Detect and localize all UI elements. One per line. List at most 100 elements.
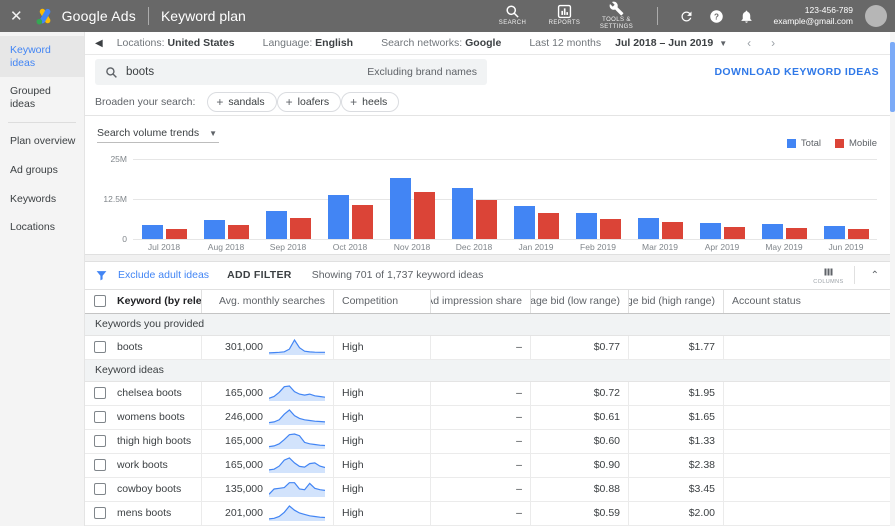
sidebar-item-keyword-ideas[interactable]: Keyword ideas <box>0 36 84 78</box>
tools-settings-button[interactable]: TOOLS & SETTINGS <box>593 0 641 34</box>
refresh-button[interactable] <box>674 3 700 29</box>
bar-mobile[interactable] <box>661 221 683 240</box>
reports-nav-button[interactable]: REPORTS <box>541 2 589 30</box>
table-row[interactable]: chelsea boots 165,000 High – $0.72 $1.95 <box>85 381 895 406</box>
searches-cell: 246,000 <box>201 405 333 429</box>
chart-y-tick: 25M <box>110 154 127 165</box>
row-checkbox[interactable] <box>94 411 106 424</box>
prev-period-button[interactable]: ‹ <box>747 36 751 50</box>
row-checkbox[interactable] <box>94 387 106 400</box>
next-period-button[interactable]: › <box>771 36 775 50</box>
column-header-keyword[interactable]: Keyword (by relevance)↓ <box>115 290 201 313</box>
searches-cell: 165,000 <box>201 381 333 405</box>
download-keyword-ideas-link[interactable]: DOWNLOAD KEYWORD IDEAS <box>714 66 879 78</box>
divider <box>853 266 855 285</box>
sidebar-item-ad-groups[interactable]: Ad groups <box>0 156 84 185</box>
chart-metric-selector[interactable]: Search volume trends ▼ <box>97 127 220 144</box>
broaden-chip-loafers[interactable]: + loafers <box>276 92 342 113</box>
bar-mobile[interactable] <box>413 191 435 240</box>
column-header-searches[interactable]: Avg. monthly searches <box>201 289 333 313</box>
exclude-adult-ideas-filter[interactable]: Exclude adult ideas <box>118 269 209 281</box>
bar-mobile[interactable] <box>537 213 559 240</box>
bar-total[interactable] <box>513 205 535 240</box>
sidebar-item-keywords[interactable]: Keywords <box>0 185 84 214</box>
select-all-checkbox[interactable] <box>94 295 106 308</box>
bar-mobile[interactable] <box>599 218 621 240</box>
row-checkbox[interactable] <box>94 341 106 354</box>
table-row[interactable]: thigh high boots 165,000 High – $0.60 $1.33 <box>85 429 895 454</box>
language-setting[interactable]: Language: English <box>263 37 353 49</box>
locations-setting[interactable]: Locations: United States <box>117 37 235 49</box>
table-row[interactable]: boots 301,000 High – $0.77 $1.77 <box>85 335 895 360</box>
bar-group-jun-2019 <box>815 159 877 240</box>
bar-mobile[interactable] <box>785 227 807 240</box>
row-checkbox[interactable] <box>94 507 106 520</box>
scrollbar-thumb[interactable] <box>890 42 895 112</box>
keyword-cell: chelsea boots <box>117 387 182 400</box>
search-nav-button[interactable]: SEARCH <box>489 2 537 30</box>
bar-total[interactable] <box>203 220 225 240</box>
column-header-highbid[interactable]: Top of page bid (high range) <box>628 289 723 313</box>
column-header-lowbid[interactable]: Top of page bid (low range) <box>530 289 628 313</box>
back-icon[interactable]: ◀ <box>95 38 103 49</box>
column-header-competition[interactable]: Competition <box>333 289 430 313</box>
bar-mobile[interactable] <box>723 227 745 240</box>
sidebar-item-locations[interactable]: Locations <box>0 213 84 242</box>
help-button[interactable]: ? <box>704 3 730 29</box>
searches-cell: 301,000 <box>201 335 333 359</box>
bar-mobile[interactable] <box>847 228 869 240</box>
collapse-chevron-icon[interactable]: ⌃ <box>865 270 885 281</box>
brand-filter-toggle[interactable]: Excluding brand names <box>367 66 477 78</box>
broaden-chip-heels[interactable]: + heels <box>341 92 400 113</box>
networks-setting[interactable]: Search networks: Google <box>381 37 501 49</box>
bar-mobile[interactable] <box>351 205 373 240</box>
column-header-status[interactable]: Account status <box>723 289 895 313</box>
bar-total[interactable] <box>761 223 783 240</box>
bar-group-aug-2018 <box>195 159 257 240</box>
bar-total[interactable] <box>327 195 349 240</box>
sidebar-item-grouped-ideas[interactable]: Grouped ideas <box>0 77 84 118</box>
trend-sparkline <box>269 433 325 450</box>
search-icon <box>106 66 117 78</box>
bar-mobile[interactable] <box>289 218 311 240</box>
bar-total[interactable] <box>389 177 411 240</box>
add-filter-button[interactable]: ADD FILTER <box>227 269 292 281</box>
keyword-cell: cowboy boots <box>117 483 182 496</box>
bar-total[interactable] <box>265 210 287 240</box>
scrollbar[interactable] <box>890 32 895 526</box>
column-header-label: Competition <box>342 295 399 308</box>
table-row[interactable]: work boots 165,000 High – $0.90 $2.38 <box>85 453 895 478</box>
table-row[interactable]: womens boots 246,000 High – $0.61 $1.65 <box>85 405 895 430</box>
bar-mobile[interactable] <box>475 200 497 240</box>
bar-total[interactable] <box>575 213 597 240</box>
close-icon[interactable]: ✕ <box>10 7 23 25</box>
competition-cell: High <box>333 429 430 453</box>
bar-total[interactable] <box>823 226 845 240</box>
bar-total[interactable] <box>637 217 659 240</box>
row-checkbox[interactable] <box>94 459 106 472</box>
keyword-cell: work boots <box>117 459 168 472</box>
bar-total[interactable] <box>141 224 163 240</box>
bar-total[interactable] <box>699 223 721 240</box>
date-range-selector[interactable]: Jul 2018 – Jun 2019 ▼ <box>615 37 727 49</box>
bar-mobile[interactable] <box>227 224 249 240</box>
legend-item-mobile[interactable]: Mobile <box>835 138 877 149</box>
keyword-search-box[interactable]: boots Excluding brand names <box>95 59 487 86</box>
sidebar-item-plan-overview[interactable]: Plan overview <box>0 127 84 156</box>
legend-item-total[interactable]: Total <box>786 138 821 149</box>
table-row[interactable]: cowboy boots 135,000 High – $0.88 $3.45 <box>85 477 895 502</box>
low-bid-cell: $0.72 <box>530 381 628 405</box>
searches-value: 246,000 <box>225 411 263 424</box>
row-checkbox[interactable] <box>94 435 106 448</box>
bar-total[interactable] <box>451 188 473 240</box>
searches-value: 165,000 <box>225 435 263 448</box>
row-checkbox[interactable] <box>94 483 106 496</box>
notifications-button[interactable] <box>734 3 760 29</box>
table-row[interactable]: mens boots 201,000 High – $0.59 $2.00 <box>85 501 895 526</box>
avatar[interactable] <box>865 5 887 27</box>
bar-mobile[interactable] <box>165 229 187 240</box>
column-header-adshare[interactable]: Ad impression share <box>430 289 530 313</box>
columns-button[interactable]: COLUMNS <box>813 266 843 285</box>
broaden-chip-sandals[interactable]: + sandals <box>207 92 277 113</box>
high-bid-cell: $1.65 <box>628 405 723 429</box>
